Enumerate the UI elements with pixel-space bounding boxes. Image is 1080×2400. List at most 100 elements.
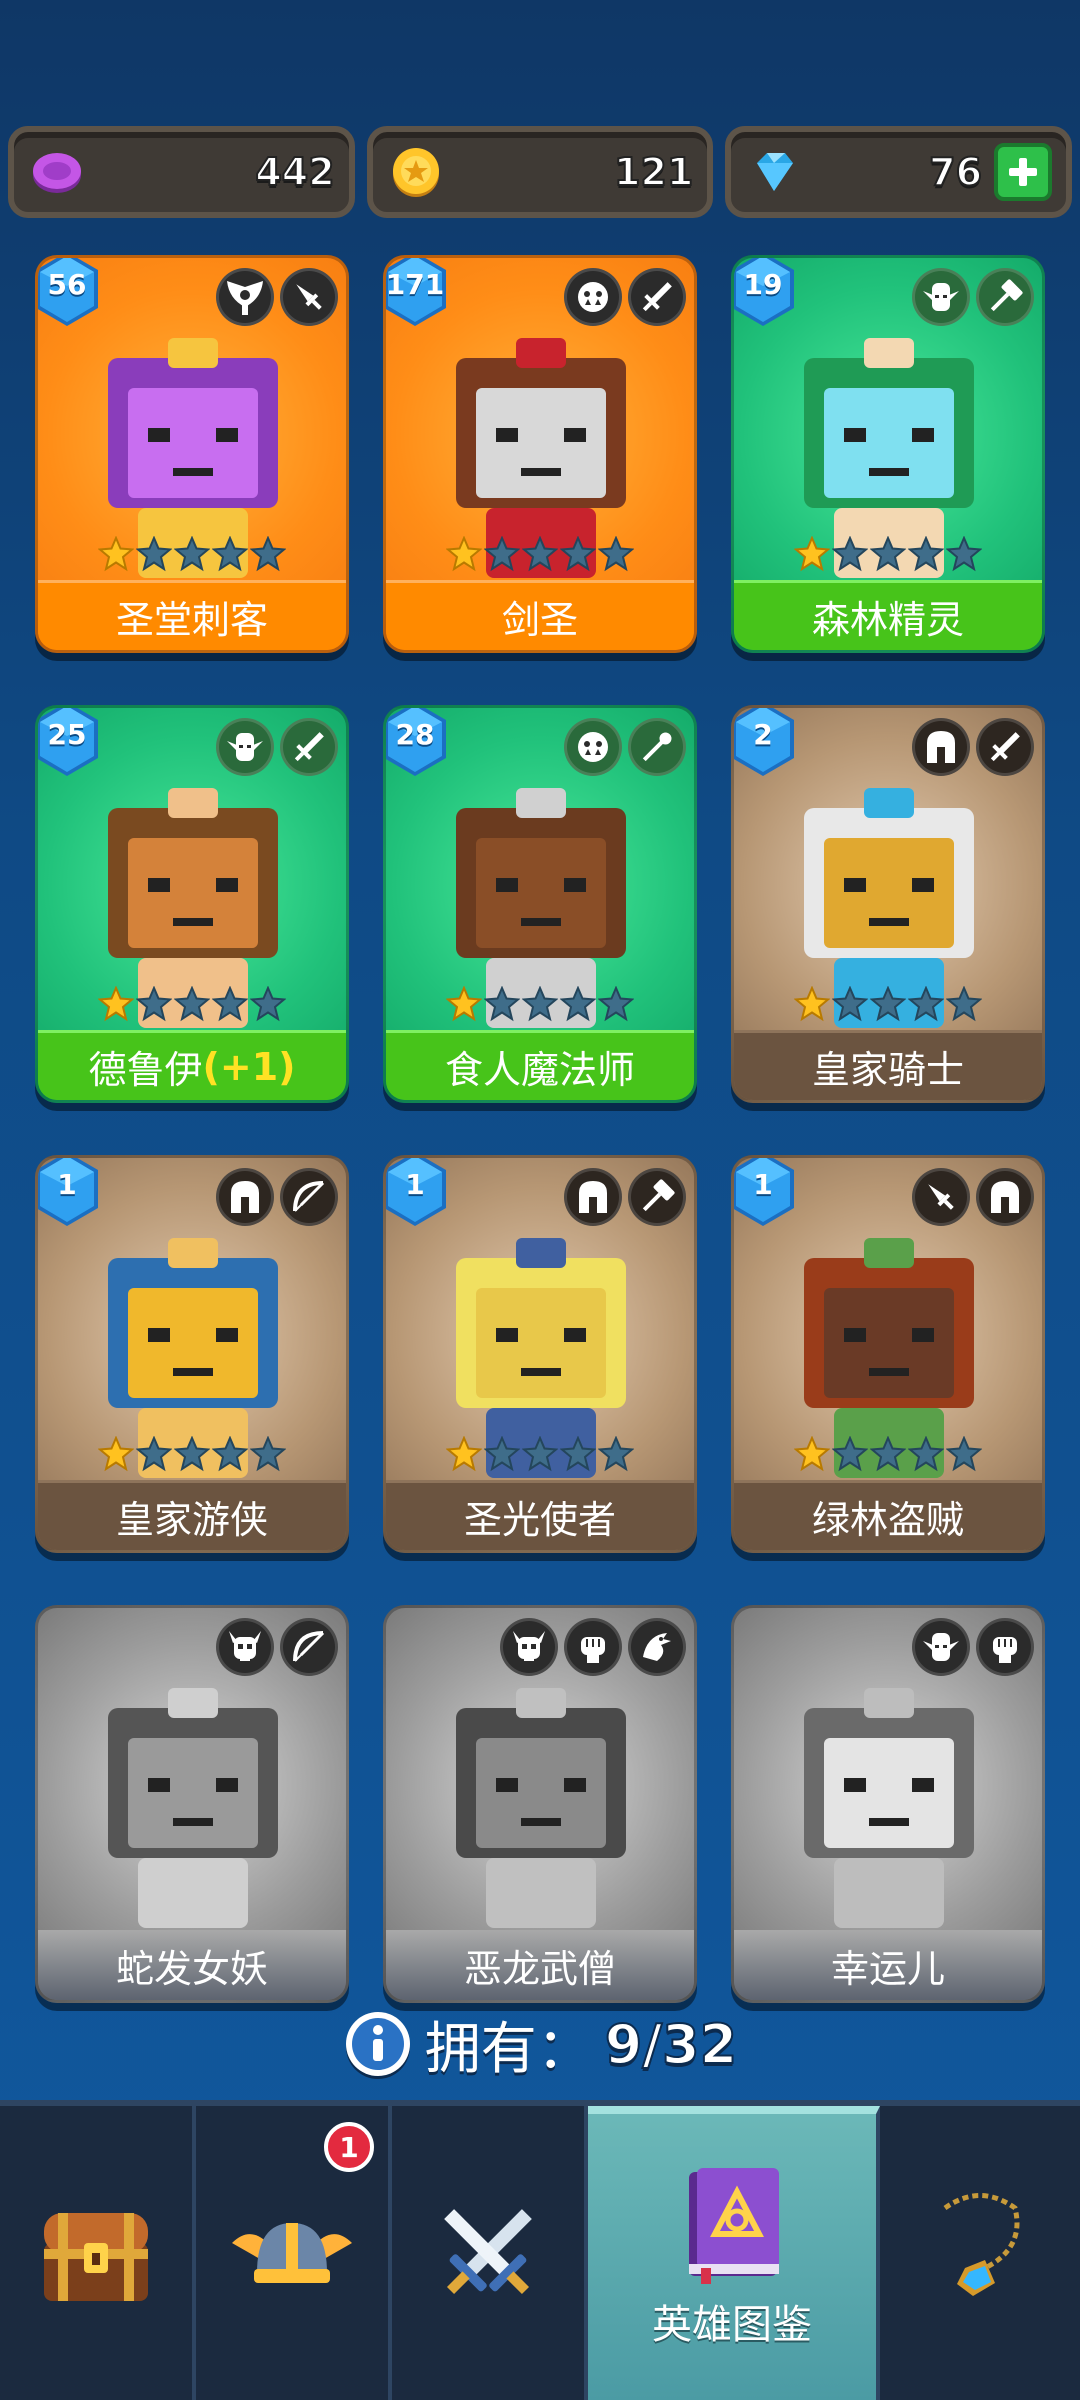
winged-helmet-icon: [232, 2223, 352, 2283]
codex-tab-label: 英雄图鉴: [652, 2302, 812, 2348]
star-empty-icon: [173, 535, 211, 576]
star-empty-icon: [831, 1435, 869, 1476]
hero-name-bar: 皇家骑士: [734, 1030, 1042, 1100]
crossed-swords-icon: [444, 2209, 532, 2295]
star-empty-icon: [521, 985, 559, 1026]
hero-type-icons: [216, 718, 338, 776]
star-empty-icon: [869, 985, 907, 1026]
star-empty-icon: [831, 985, 869, 1026]
star-empty-icon: [907, 985, 945, 1026]
star-empty-icon: [597, 535, 635, 576]
star-empty-icon: [559, 535, 597, 576]
hero-name: 皇家游侠: [115, 1498, 268, 1542]
hero-name-bar: 剑圣: [386, 580, 694, 650]
codex-tab[interactable]: 英雄图鉴: [588, 2106, 880, 2400]
star-empty-icon: [211, 535, 249, 576]
star-rating: [97, 1435, 287, 1476]
star-empty-icon: [907, 535, 945, 576]
hero-level: 19: [743, 268, 783, 301]
codex-book-icon: [689, 2168, 779, 2284]
hero-card[interactable]: 171 剑圣: [383, 255, 697, 653]
hero-type-icons: [912, 1618, 1034, 1676]
star-empty-icon: [907, 1435, 945, 1476]
star-empty-icon: [869, 535, 907, 576]
hero-name: 绿林盗贼: [811, 1498, 964, 1542]
hero-card[interactable]: 1 绿林盗贼: [731, 1155, 1045, 1553]
star-rating: [97, 535, 287, 576]
star-filled-icon: [793, 985, 831, 1026]
hero-name: 森林精灵: [811, 598, 964, 642]
amulet-tab[interactable]: [880, 2106, 1080, 2400]
star-filled-icon: [445, 535, 483, 576]
star-empty-icon: [249, 535, 287, 576]
hero-card[interactable]: 2 皇家骑士: [731, 705, 1045, 1103]
star-rating: [793, 985, 983, 1026]
star-empty-icon: [831, 535, 869, 576]
hero-name-bar: 皇家游侠: [38, 1480, 346, 1550]
star-empty-icon: [597, 1435, 635, 1476]
hero-name-bar: 森林精灵: [734, 580, 1042, 650]
star-empty-icon: [945, 1435, 983, 1476]
coin-counter[interactable]: 121: [366, 126, 714, 218]
hero-name: 蛇发女妖: [115, 1946, 268, 1991]
hero-name: 食人魔法师: [444, 1048, 635, 1092]
star-empty-icon: [249, 985, 287, 1026]
star-filled-icon: [793, 535, 831, 576]
hero-card[interactable]: 1 皇家游侠: [35, 1155, 349, 1553]
sword-icon: [628, 268, 686, 326]
battle-tab[interactable]: [392, 2106, 588, 2400]
amulet-icon: [943, 2193, 1020, 2296]
fist-icon: [976, 1618, 1034, 1676]
hero-level: 56: [47, 268, 87, 301]
star-empty-icon: [483, 1435, 521, 1476]
wings-emblem-icon: [216, 268, 274, 326]
chest-tab[interactable]: [0, 2106, 196, 2400]
hammer-icon: [976, 268, 1034, 326]
star-empty-icon: [135, 535, 173, 576]
hero-name-bar: 幸运儿: [734, 1930, 1042, 2000]
star-rating: [445, 1435, 635, 1476]
hero-card[interactable]: 幸运儿: [731, 1605, 1045, 2003]
hero-card[interactable]: 19 森林精灵: [731, 255, 1045, 653]
star-empty-icon: [483, 985, 521, 1026]
hero-type-icons: [912, 1168, 1034, 1226]
info-icon[interactable]: [343, 2010, 413, 2080]
treasure-chest-icon: [44, 2213, 148, 2301]
add-diamonds-button[interactable]: [994, 143, 1053, 201]
star-empty-icon: [483, 535, 521, 576]
hero-card[interactable]: 蛇发女妖: [35, 1605, 349, 2003]
hero-name-bar: 食人魔法师: [386, 1030, 694, 1100]
hero-card[interactable]: 25 德鲁伊 (+1): [35, 705, 349, 1103]
star-empty-icon: [597, 985, 635, 1026]
diamond-counter[interactable]: 76: [725, 126, 1073, 218]
star-empty-icon: [559, 1435, 597, 1476]
helmet-icon: [912, 718, 970, 776]
coin-amount: 121: [613, 149, 694, 195]
dragon-icon: [628, 1618, 686, 1676]
star-rating: [793, 1435, 983, 1476]
star-empty-icon: [211, 985, 249, 1026]
skull-horned-icon: [500, 1618, 558, 1676]
star-empty-icon: [521, 1435, 559, 1476]
purple-gem-counter[interactable]: 442: [8, 126, 355, 218]
star-empty-icon: [521, 535, 559, 576]
hero-name-bar: 蛇发女妖: [38, 1930, 346, 2000]
hero-name-bar: 圣堂刺客: [38, 580, 346, 650]
elf-face-icon: [912, 268, 970, 326]
heroes-tab[interactable]: 1: [196, 2106, 392, 2400]
hero-card[interactable]: 恶龙武僧: [383, 1605, 697, 2003]
purple-gem-amount: 442: [254, 149, 335, 195]
hero-card[interactable]: 1 圣光使者: [383, 1155, 697, 1553]
hero-card[interactable]: 28 食人魔法师: [383, 705, 697, 1103]
star-rating: [445, 535, 635, 576]
helmet-icon: [564, 1168, 622, 1226]
star-filled-icon: [97, 1435, 135, 1476]
heroes-notification-badge: 1: [324, 2122, 374, 2172]
hero-name: 圣堂刺客: [115, 598, 268, 642]
star-empty-icon: [211, 1435, 249, 1476]
hero-card[interactable]: 56 圣堂刺客: [35, 255, 349, 653]
coin-icon: [392, 148, 439, 197]
star-empty-icon: [559, 985, 597, 1026]
star-empty-icon: [173, 985, 211, 1026]
star-filled-icon: [445, 1435, 483, 1476]
